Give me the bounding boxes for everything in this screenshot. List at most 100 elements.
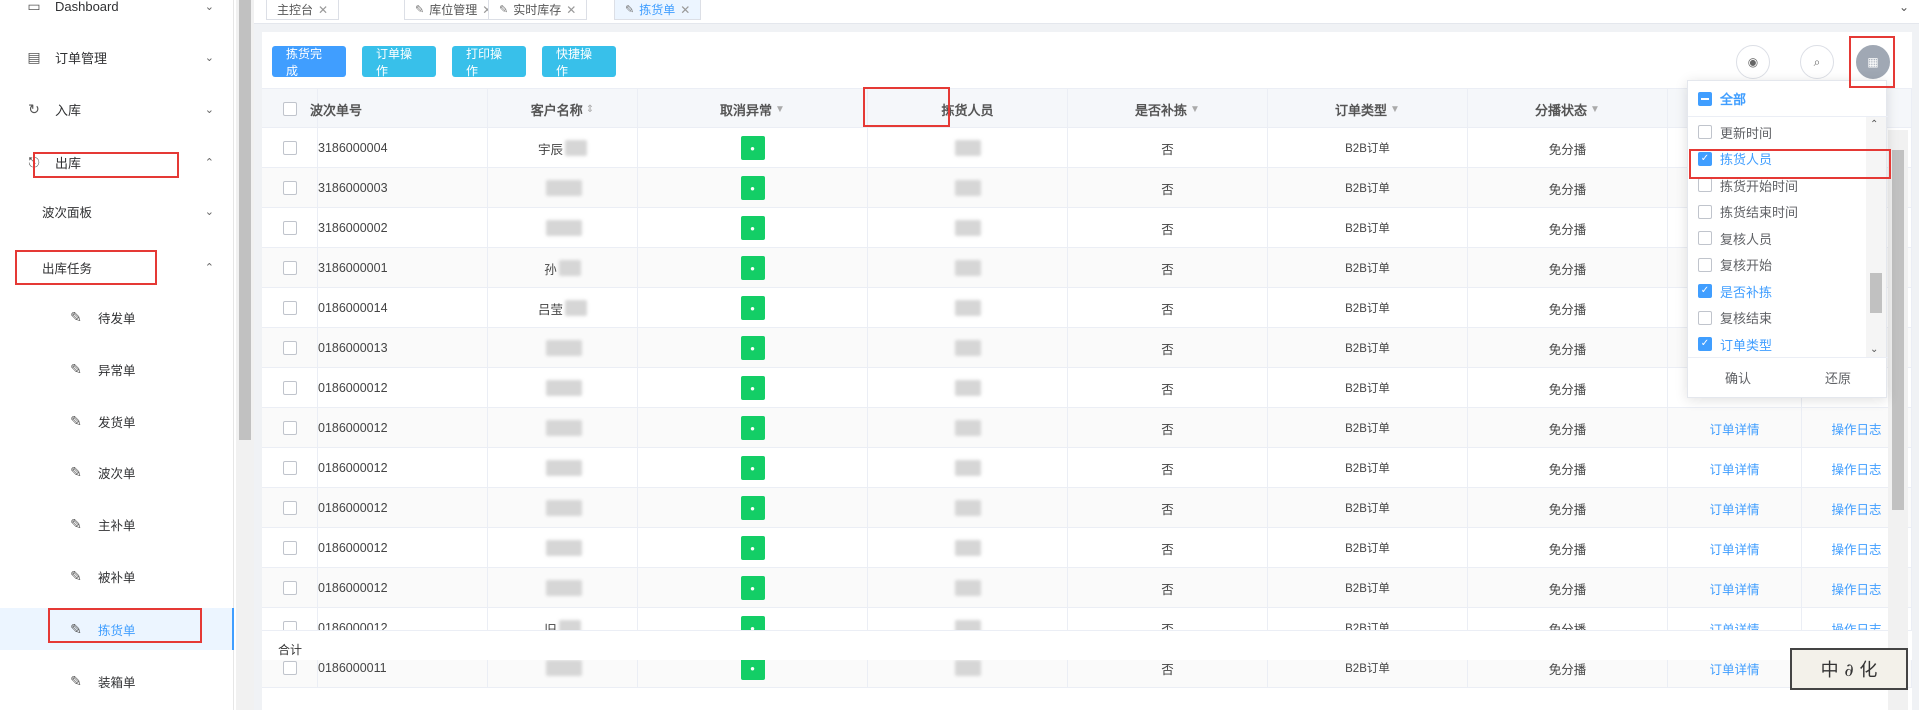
table-row[interactable]: 3186000001孙●否B2B订单免分播订单详情操作日志 bbox=[262, 248, 1912, 288]
col-header-cancel[interactable]: 取消异常 ▼ bbox=[638, 89, 868, 129]
column-checkbox[interactable] bbox=[1698, 125, 1712, 139]
table-row[interactable]: 0186000012●否B2B订单免分播订单详情操作日志 bbox=[262, 488, 1912, 528]
order-detail-link[interactable]: 订单详情 bbox=[1709, 659, 1759, 678]
table-row[interactable]: 0186000012●否B2B订单免分播订单详情操作日志 bbox=[262, 448, 1912, 488]
sidebar-item-outbound-tasks[interactable]: 出库任务 ⌃ bbox=[0, 247, 234, 287]
tab-inventory[interactable]: ✎ 实时库存 ✕ bbox=[488, 0, 588, 20]
columns-grid-icon[interactable]: ▦ bbox=[1856, 45, 1890, 79]
pick-complete-button[interactable]: 拣货完成 bbox=[272, 46, 346, 78]
column-option[interactable]: ✓ 是否补拣 bbox=[1688, 278, 1866, 304]
scrollbar-thumb[interactable] bbox=[239, 0, 251, 440]
column-checkbox[interactable]: ✓ bbox=[1698, 151, 1712, 166]
sort-icon[interactable]: ⇕ bbox=[586, 104, 594, 115]
scrollbar-thumb[interactable] bbox=[1892, 150, 1904, 510]
sidebar-item-dashboard[interactable]: ▭ Dashboard ⌄ bbox=[0, 0, 234, 26]
sidebar-scrollbar[interactable] bbox=[236, 0, 254, 710]
column-option[interactable]: 复核开始 bbox=[1688, 252, 1866, 278]
row-checkbox[interactable] bbox=[282, 261, 297, 275]
close-icon[interactable]: ✕ bbox=[680, 3, 690, 17]
row-checkbox[interactable] bbox=[282, 501, 297, 515]
chevron-down-icon[interactable]: ⌄ bbox=[1899, 0, 1909, 14]
column-checkbox[interactable] bbox=[1698, 178, 1712, 192]
row-checkbox[interactable] bbox=[282, 221, 297, 235]
column-checkbox[interactable] bbox=[1698, 204, 1712, 219]
scrollbar-thumb[interactable] bbox=[1870, 273, 1882, 313]
column-option[interactable]: 拣货开始时间 bbox=[1688, 172, 1866, 198]
row-checkbox[interactable] bbox=[282, 421, 297, 435]
sidebar-item-shipment[interactable]: ✎ 发货单 bbox=[0, 401, 234, 441]
operation-log-link[interactable]: 操作日志 bbox=[1831, 579, 1881, 598]
sidebar-item-packing[interactable]: ✎ 装箱单 bbox=[0, 661, 234, 701]
operation-log-link[interactable]: 操作日志 bbox=[1831, 419, 1881, 438]
column-checkbox[interactable] bbox=[1698, 310, 1712, 325]
sidebar-item-orders[interactable]: ▤ 订单管理 ⌄ bbox=[0, 37, 234, 77]
order-detail-link[interactable]: 订单详情 bbox=[1709, 499, 1759, 518]
col-header-customer[interactable]: 客户名称 ⇕ bbox=[488, 89, 638, 129]
operation-log-link[interactable]: 操作日志 bbox=[1831, 499, 1881, 518]
eye-icon[interactable]: ◉ bbox=[1736, 45, 1770, 79]
print-ops-button[interactable]: 打印操作 bbox=[452, 46, 526, 78]
sidebar-item-wave[interactable]: ✎ 波次单 bbox=[0, 452, 234, 492]
sidebar-item-picking[interactable]: ✎ 拣货单 bbox=[0, 608, 234, 650]
tab-dashboard[interactable]: 主控台 ✕ bbox=[266, 0, 340, 20]
sidebar-item-main-supplement[interactable]: ✎ 主补单 bbox=[0, 504, 234, 544]
column-checkbox[interactable]: ✓ bbox=[1698, 337, 1712, 351]
column-checkbox[interactable] bbox=[1698, 231, 1712, 245]
sidebar-item-exception[interactable]: ✎ 异常单 bbox=[0, 349, 234, 389]
confirm-button[interactable]: 确认 bbox=[1688, 358, 1788, 397]
popup-scrollbar[interactable]: ⌃ ⌄ bbox=[1866, 117, 1886, 357]
column-option[interactable]: 拣货结束时间 bbox=[1688, 199, 1866, 225]
column-option[interactable]: 复核结束 bbox=[1688, 305, 1866, 331]
order-detail-link[interactable]: 订单详情 bbox=[1709, 539, 1759, 558]
quick-ops-button[interactable]: 快捷操作 bbox=[542, 46, 616, 78]
col-header-picker[interactable]: 拣货人员 bbox=[868, 89, 1068, 129]
row-checkbox[interactable] bbox=[282, 181, 297, 195]
table-row[interactable]: 3186000003●否B2B订单免分播订单详情操作日志 bbox=[262, 168, 1912, 208]
table-row[interactable]: 0186000012●否B2B订单免分播订单详情操作日志 bbox=[262, 568, 1912, 608]
row-checkbox[interactable] bbox=[282, 541, 297, 555]
column-checkbox[interactable]: ✓ bbox=[1698, 284, 1712, 298]
sidebar-item-outbound[interactable]: ⎋ 出库 ⌃ bbox=[0, 142, 234, 182]
reset-button[interactable]: 还原 bbox=[1788, 358, 1888, 397]
row-checkbox[interactable] bbox=[282, 661, 297, 675]
col-header-wave-code[interactable]: 波次单号 bbox=[310, 89, 488, 129]
row-checkbox[interactable] bbox=[282, 341, 297, 355]
table-row[interactable]: 0186000013●否B2B订单免分播订单详情操作日志 bbox=[262, 328, 1912, 368]
row-checkbox[interactable] bbox=[282, 581, 297, 595]
col-header-distribution[interactable]: 分播状态 ▼ bbox=[1468, 89, 1668, 129]
chevron-up-icon[interactable]: ⌃ bbox=[1870, 119, 1878, 130]
order-detail-link[interactable]: 订单详情 bbox=[1709, 459, 1759, 478]
close-icon[interactable]: ✕ bbox=[318, 3, 328, 17]
column-chooser-all[interactable]: 全部 bbox=[1688, 81, 1888, 117]
filter-icon[interactable]: ▼ bbox=[1590, 104, 1600, 115]
search-icon[interactable]: ⌕ bbox=[1800, 45, 1834, 79]
order-detail-link[interactable]: 订单详情 bbox=[1709, 419, 1759, 438]
row-checkbox[interactable] bbox=[282, 301, 297, 315]
filter-icon[interactable]: ▼ bbox=[1190, 104, 1200, 115]
column-option[interactable]: ✓ 拣货人员 bbox=[1688, 146, 1866, 172]
table-scrollbar[interactable] bbox=[1888, 130, 1908, 710]
operation-log-link[interactable]: 操作日志 bbox=[1831, 459, 1881, 478]
row-checkbox[interactable] bbox=[282, 141, 297, 155]
operation-log-link[interactable]: 操作日志 bbox=[1831, 539, 1881, 558]
table-row[interactable]: 3186000002●否B2B订单免分播订单详情操作日志 bbox=[262, 208, 1912, 248]
filter-icon[interactable]: ▼ bbox=[1390, 104, 1400, 115]
order-detail-link[interactable]: 订单详情 bbox=[1709, 579, 1759, 598]
row-checkbox[interactable] bbox=[282, 461, 297, 475]
order-ops-button[interactable]: 订单操作 bbox=[362, 46, 436, 78]
table-row[interactable]: 3186000004宇辰●否B2B订单免分播订单详情操作日志 bbox=[262, 128, 1912, 168]
column-option[interactable]: 复核人员 bbox=[1688, 225, 1866, 251]
table-row[interactable]: 0186000014吕莹●否B2B订单免分播订单详情操作日志 bbox=[262, 288, 1912, 328]
table-row[interactable]: 0186000012●否B2B订单免分播订单详情操作日志 bbox=[262, 408, 1912, 448]
table-row[interactable]: 0186000012●否B2B订单免分播订单详情操作日志 bbox=[262, 368, 1912, 408]
column-checkbox[interactable] bbox=[1698, 257, 1712, 272]
tab-picking[interactable]: ✎ 拣货单 ✕ bbox=[614, 0, 702, 20]
row-checkbox[interactable] bbox=[282, 381, 297, 395]
column-option[interactable]: ✓ 订单类型 bbox=[1688, 331, 1866, 357]
column-option[interactable]: 更新时间 bbox=[1688, 119, 1866, 145]
sidebar-item-wave-panel[interactable]: 波次面板 ⌄ bbox=[0, 191, 234, 231]
select-all-indeterminate-checkbox[interactable] bbox=[1698, 91, 1712, 106]
table-row[interactable]: 0186000012●否B2B订单免分播订单详情操作日志 bbox=[262, 528, 1912, 568]
sidebar-item-pending[interactable]: ✎ 待发单 bbox=[0, 297, 234, 337]
sidebar-item-inbound[interactable]: ↻ 入库 ⌄ bbox=[0, 89, 234, 129]
